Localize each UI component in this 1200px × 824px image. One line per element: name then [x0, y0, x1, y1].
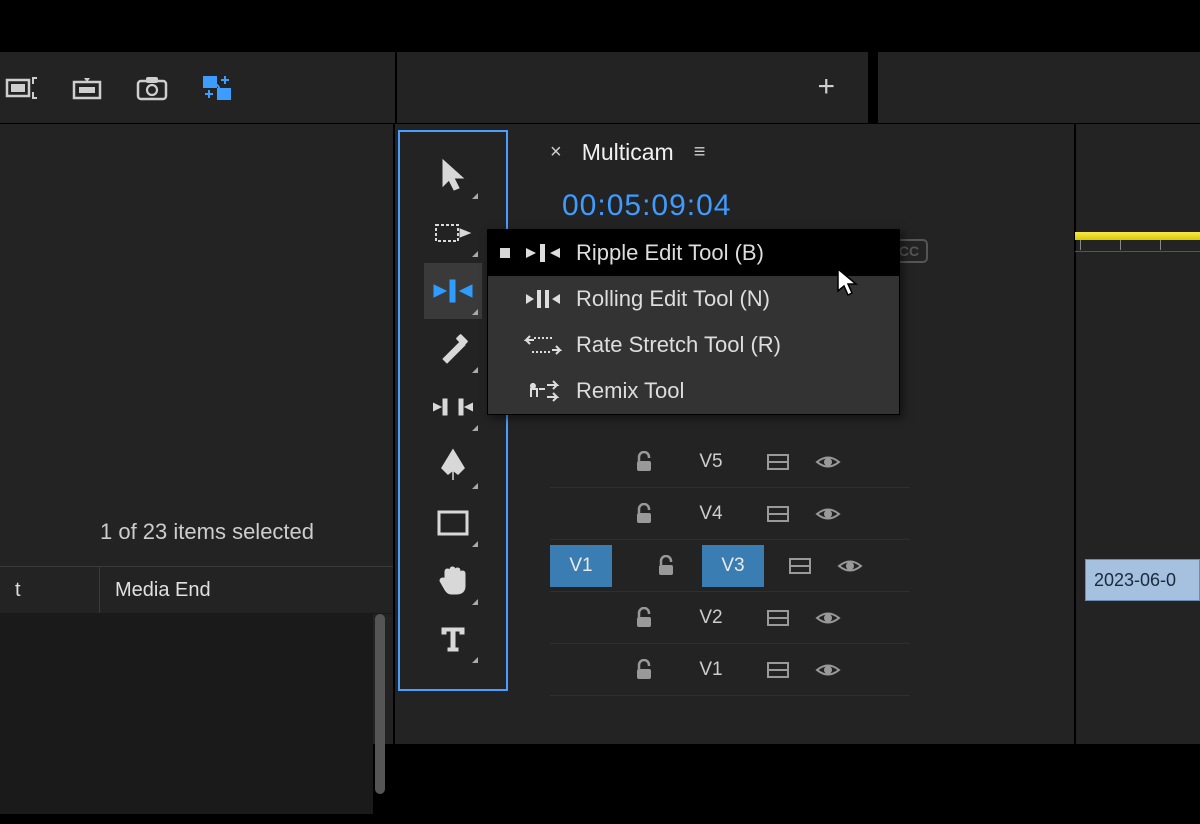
column-header-media-end[interactable]: Media End — [100, 579, 393, 602]
letterbox-top — [0, 0, 1200, 52]
razor-tool[interactable] — [424, 321, 482, 377]
visibility-toggle[interactable] — [814, 505, 842, 523]
sync-lock-toggle[interactable] — [764, 505, 792, 523]
track-target-v4[interactable]: V4 — [680, 493, 742, 535]
remix-icon — [524, 379, 562, 403]
sync-lock-toggle[interactable] — [764, 453, 792, 471]
selection-count-label: 1 of 23 items selected — [100, 519, 314, 545]
flyout-item-rate-stretch[interactable]: Rate Stretch Tool (R) — [488, 322, 899, 368]
app-main: + 1 of 23 items selected t Media End — [0, 52, 1200, 744]
source-patch-v1[interactable]: V1 — [550, 545, 612, 587]
slip-tool[interactable] — [424, 379, 482, 435]
lock-toggle[interactable] — [630, 659, 658, 681]
scrollbar-thumb[interactable] — [375, 614, 385, 794]
export-frame-icon[interactable] — [132, 70, 172, 105]
hand-tool[interactable] — [424, 553, 482, 609]
column-header-row: t Media End — [0, 566, 393, 614]
panel-top-toolbar: + — [0, 52, 1200, 124]
overwrite-icon[interactable] — [67, 70, 107, 105]
visibility-toggle[interactable] — [836, 557, 864, 575]
clip-name-label: 2023-06-0 — [1094, 570, 1176, 591]
selection-tool[interactable] — [424, 147, 482, 203]
ruler-ticks — [1075, 240, 1200, 252]
ripple-tool-flyout: Ripple Edit Tool (B) Rolling Edit Tool (… — [487, 229, 900, 415]
timeline-ruler[interactable] — [1075, 232, 1200, 252]
sequence-name[interactable]: Multicam — [582, 139, 674, 166]
track-row-v5: V5 — [550, 436, 910, 488]
flyout-item-ripple-edit[interactable]: Ripple Edit Tool (B) — [488, 230, 899, 276]
rectangle-tool[interactable] — [424, 495, 482, 551]
track-target-v5[interactable]: V5 — [680, 441, 742, 483]
type-tool[interactable] — [424, 611, 482, 667]
visibility-toggle[interactable] — [814, 609, 842, 627]
track-row-v2: V2 — [550, 592, 910, 644]
work-area-bar[interactable] — [1075, 232, 1200, 240]
rate-stretch-icon — [524, 334, 562, 356]
track-target-v3[interactable]: V3 — [702, 545, 764, 587]
track-row-v4: V4 — [550, 488, 910, 540]
flyout-label: Rolling Edit Tool (N) — [576, 286, 770, 312]
track-header-area: V5 V4 V1 V3 V2 — [550, 436, 910, 696]
track-row-v1: V1 — [550, 644, 910, 696]
sync-lock-toggle[interactable] — [764, 661, 792, 679]
track-row-v3: V1 V3 — [550, 540, 910, 592]
track-content-divider[interactable] — [1074, 124, 1076, 824]
playhead-timecode[interactable]: 00:05:09:04 — [562, 189, 731, 223]
timeline-panel: × Multicam ≡ 00:05:09:04 CC — [520, 124, 1200, 744]
sync-lock-toggle[interactable] — [786, 557, 814, 575]
column-header-1[interactable]: t — [0, 567, 100, 613]
ripple-edit-icon — [524, 242, 562, 264]
track-target-v2[interactable]: V2 — [680, 597, 742, 639]
timeline-clip[interactable]: 2023-06-0 — [1085, 559, 1200, 601]
flyout-item-remix[interactable]: Remix Tool — [488, 368, 899, 414]
project-panel: 1 of 23 items selected t Media End — [0, 124, 395, 744]
lock-toggle[interactable] — [630, 607, 658, 629]
ripple-edit-tool[interactable] — [424, 263, 482, 319]
project-list-area[interactable] — [0, 614, 373, 814]
visibility-toggle[interactable] — [814, 453, 842, 471]
sequence-tab-header: × Multicam ≡ — [550, 139, 705, 166]
flyout-item-rolling-edit[interactable]: Rolling Edit Tool (N) — [488, 276, 899, 322]
panel-divider-2 — [868, 52, 878, 124]
selected-indicator-icon — [500, 248, 510, 258]
lock-toggle[interactable] — [630, 451, 658, 473]
flyout-label: Ripple Edit Tool (B) — [576, 240, 764, 266]
lock-toggle[interactable] — [652, 555, 680, 577]
track-target-v1[interactable]: V1 — [680, 649, 742, 691]
visibility-toggle[interactable] — [814, 661, 842, 679]
rolling-edit-icon — [524, 288, 562, 310]
flyout-label: Remix Tool — [576, 378, 684, 404]
add-panel-button[interactable]: + — [817, 70, 835, 104]
comparison-view-icon[interactable] — [197, 70, 237, 105]
close-tab-button[interactable]: × — [550, 141, 562, 164]
insert-overlay-icon[interactable] — [2, 70, 42, 105]
lock-toggle[interactable] — [630, 503, 658, 525]
panel-menu-icon[interactable]: ≡ — [694, 141, 706, 164]
panel-divider — [395, 52, 397, 124]
track-select-tool[interactable] — [424, 205, 482, 261]
flyout-label: Rate Stretch Tool (R) — [576, 332, 781, 358]
sync-lock-toggle[interactable] — [764, 609, 792, 627]
pen-tool[interactable] — [424, 437, 482, 493]
